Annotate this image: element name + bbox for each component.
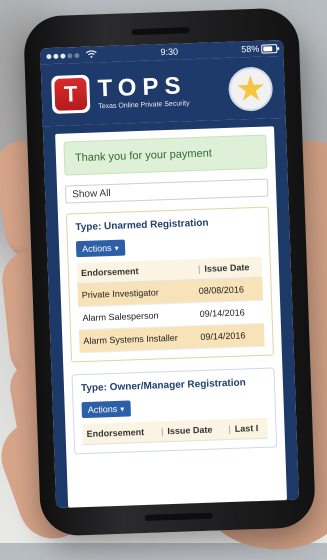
brand-logo-mark: T (54, 77, 88, 111)
issue-date-cell: 09/14/2016 (195, 300, 264, 326)
table-header-row: Endorsement | Issue Date | Last I (82, 417, 268, 445)
registration-card: Type: Unarmed Registration Actions ▾ End… (65, 206, 274, 363)
column-header-label: Issue Date (167, 424, 213, 437)
column-header: | Last I (224, 417, 268, 440)
content-area: Thank you for your payment Show All Type… (42, 117, 300, 509)
endorsement-table: Endorsement | Issue Date | Last I (82, 417, 268, 445)
actions-label: Actions (81, 243, 112, 255)
column-header-label: Endorsement (86, 426, 145, 439)
battery-icon (261, 43, 278, 54)
issue-date-cell: 08/08/2016 (194, 277, 264, 303)
chevron-down-icon: ▾ (114, 243, 119, 253)
column-header-label: Endorsement (80, 266, 139, 279)
registration-card: Type: Owner/Manager Registration Actions… (71, 367, 278, 455)
brand-logo: T (51, 74, 91, 114)
issue-date-cell: 09/14/2016 (196, 323, 265, 349)
show-filter-select[interactable]: Show All (64, 178, 269, 204)
endorsement-cell: Alarm Systems Installer (78, 325, 197, 353)
status-time: 9:30 (160, 46, 179, 58)
brand: TOPS Texas Online Private Security (97, 71, 190, 110)
signal-dot (74, 52, 80, 58)
state-seal-icon (227, 66, 274, 112)
card-type-title: Type: Owner/Manager Registration (80, 377, 246, 395)
home-indicator (144, 512, 213, 522)
column-header-label: Last I (234, 422, 259, 434)
brand-title: TOPS (97, 71, 187, 102)
battery: 58% (241, 43, 278, 55)
signal-dot (46, 53, 52, 59)
signal-dot (60, 53, 66, 59)
content-panel: Thank you for your payment Show All Type… (55, 126, 288, 508)
battery-percent: 58% (241, 43, 260, 55)
actions-button[interactable]: Actions ▾ (75, 239, 125, 258)
app-header: T TOPS Texas Online Private Security (40, 55, 286, 127)
endorsement-table-head: Endorsement | Issue Date | Last I (82, 417, 268, 445)
seal-star (236, 75, 265, 104)
column-header: | Issue Date (193, 256, 263, 280)
endorsement-table-body: Private Investigator 08/08/2016 Alarm Sa… (77, 277, 265, 353)
actions-button[interactable]: Actions ▾ (81, 400, 131, 419)
battery-fill (263, 45, 273, 52)
signal-dot (53, 53, 59, 59)
signal-dots-icon (46, 49, 97, 62)
phone-screen: 9:30 58% T TOPS Texas Online Private Sec… (40, 39, 300, 509)
column-separator: | (160, 426, 164, 437)
chevron-down-icon: ▾ (120, 404, 125, 414)
column-separator: | (197, 263, 201, 274)
phone: 9:30 58% T TOPS Texas Online Private Sec… (23, 7, 316, 537)
column-header: Endorsement (82, 421, 158, 445)
column-header: | Issue Date (156, 419, 225, 443)
payment-success-alert: Thank you for your payment (63, 134, 268, 176)
column-separator: | (228, 423, 231, 435)
wifi-icon (85, 49, 97, 60)
endorsement-table: Endorsement | Issue Date Private Investig… (76, 256, 265, 353)
signal-dot (67, 52, 73, 58)
actions-label: Actions (87, 403, 118, 415)
column-header-label: Issue Date (204, 262, 250, 274)
show-filter-value: Show All (72, 187, 111, 200)
card-type-title: Type: Unarmed Registration (75, 217, 209, 234)
